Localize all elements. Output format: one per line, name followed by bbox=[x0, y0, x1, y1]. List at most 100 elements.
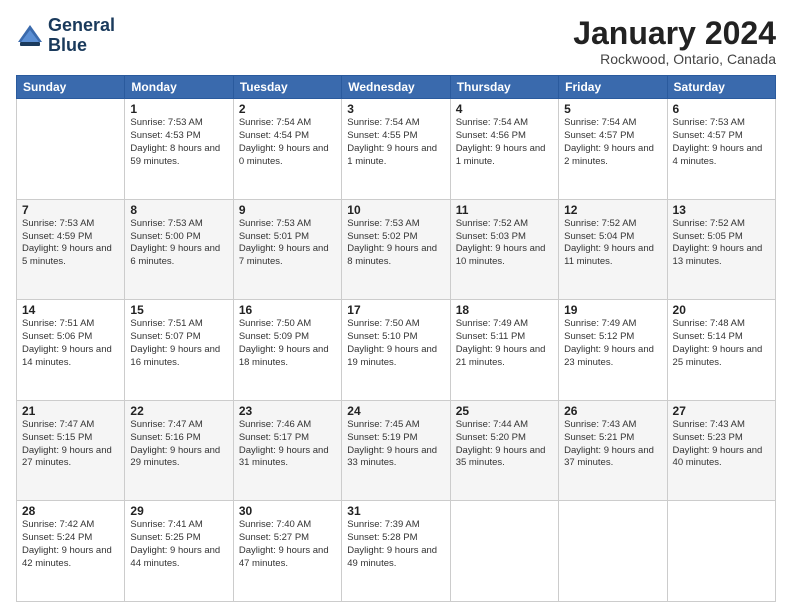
day-info: Sunrise: 7:39 AM Sunset: 5:28 PM Dayligh… bbox=[347, 519, 444, 570]
day-number: 12 bbox=[564, 203, 661, 217]
day-info: Sunrise: 7:46 AM Sunset: 5:17 PM Dayligh… bbox=[239, 419, 336, 470]
calendar-week-3: 14Sunrise: 7:51 AM Sunset: 5:06 PM Dayli… bbox=[17, 300, 776, 401]
day-number: 25 bbox=[456, 404, 553, 418]
calendar-cell bbox=[559, 501, 667, 602]
day-info: Sunrise: 7:41 AM Sunset: 5:25 PM Dayligh… bbox=[130, 519, 227, 570]
day-info: Sunrise: 7:54 AM Sunset: 4:55 PM Dayligh… bbox=[347, 117, 444, 168]
calendar-week-5: 28Sunrise: 7:42 AM Sunset: 5:24 PM Dayli… bbox=[17, 501, 776, 602]
day-info: Sunrise: 7:47 AM Sunset: 5:15 PM Dayligh… bbox=[22, 419, 119, 470]
day-info: Sunrise: 7:50 AM Sunset: 5:09 PM Dayligh… bbox=[239, 318, 336, 369]
day-info: Sunrise: 7:54 AM Sunset: 4:57 PM Dayligh… bbox=[564, 117, 661, 168]
day-number: 13 bbox=[673, 203, 770, 217]
day-info: Sunrise: 7:44 AM Sunset: 5:20 PM Dayligh… bbox=[456, 419, 553, 470]
day-number: 7 bbox=[22, 203, 119, 217]
day-info: Sunrise: 7:52 AM Sunset: 5:03 PM Dayligh… bbox=[456, 218, 553, 269]
day-info: Sunrise: 7:53 AM Sunset: 4:53 PM Dayligh… bbox=[130, 117, 227, 168]
calendar-cell: 8Sunrise: 7:53 AM Sunset: 5:00 PM Daylig… bbox=[125, 199, 233, 300]
day-info: Sunrise: 7:48 AM Sunset: 5:14 PM Dayligh… bbox=[673, 318, 770, 369]
col-saturday: Saturday bbox=[667, 76, 775, 99]
day-number: 21 bbox=[22, 404, 119, 418]
day-info: Sunrise: 7:43 AM Sunset: 5:23 PM Dayligh… bbox=[673, 419, 770, 470]
calendar-cell: 9Sunrise: 7:53 AM Sunset: 5:01 PM Daylig… bbox=[233, 199, 341, 300]
day-info: Sunrise: 7:40 AM Sunset: 5:27 PM Dayligh… bbox=[239, 519, 336, 570]
day-number: 10 bbox=[347, 203, 444, 217]
title-block: January 2024 Rockwood, Ontario, Canada bbox=[573, 16, 776, 67]
day-number: 17 bbox=[347, 303, 444, 317]
day-info: Sunrise: 7:49 AM Sunset: 5:11 PM Dayligh… bbox=[456, 318, 553, 369]
calendar-cell: 28Sunrise: 7:42 AM Sunset: 5:24 PM Dayli… bbox=[17, 501, 125, 602]
day-info: Sunrise: 7:51 AM Sunset: 5:07 PM Dayligh… bbox=[130, 318, 227, 369]
calendar-cell: 26Sunrise: 7:43 AM Sunset: 5:21 PM Dayli… bbox=[559, 400, 667, 501]
location: Rockwood, Ontario, Canada bbox=[573, 51, 776, 67]
col-friday: Friday bbox=[559, 76, 667, 99]
day-number: 2 bbox=[239, 102, 336, 116]
day-info: Sunrise: 7:53 AM Sunset: 5:02 PM Dayligh… bbox=[347, 218, 444, 269]
col-monday: Monday bbox=[125, 76, 233, 99]
day-info: Sunrise: 7:43 AM Sunset: 5:21 PM Dayligh… bbox=[564, 419, 661, 470]
calendar-cell: 29Sunrise: 7:41 AM Sunset: 5:25 PM Dayli… bbox=[125, 501, 233, 602]
day-number: 3 bbox=[347, 102, 444, 116]
day-number: 1 bbox=[130, 102, 227, 116]
calendar-cell: 27Sunrise: 7:43 AM Sunset: 5:23 PM Dayli… bbox=[667, 400, 775, 501]
calendar-cell: 17Sunrise: 7:50 AM Sunset: 5:10 PM Dayli… bbox=[342, 300, 450, 401]
day-number: 6 bbox=[673, 102, 770, 116]
day-info: Sunrise: 7:42 AM Sunset: 5:24 PM Dayligh… bbox=[22, 519, 119, 570]
calendar-cell: 10Sunrise: 7:53 AM Sunset: 5:02 PM Dayli… bbox=[342, 199, 450, 300]
day-info: Sunrise: 7:49 AM Sunset: 5:12 PM Dayligh… bbox=[564, 318, 661, 369]
day-number: 27 bbox=[673, 404, 770, 418]
calendar-week-2: 7Sunrise: 7:53 AM Sunset: 4:59 PM Daylig… bbox=[17, 199, 776, 300]
col-tuesday: Tuesday bbox=[233, 76, 341, 99]
calendar-body: 1Sunrise: 7:53 AM Sunset: 4:53 PM Daylig… bbox=[17, 99, 776, 602]
day-number: 11 bbox=[456, 203, 553, 217]
calendar-cell: 24Sunrise: 7:45 AM Sunset: 5:19 PM Dayli… bbox=[342, 400, 450, 501]
col-sunday: Sunday bbox=[17, 76, 125, 99]
calendar-cell bbox=[17, 99, 125, 200]
day-number: 14 bbox=[22, 303, 119, 317]
logo-icon bbox=[16, 22, 44, 50]
day-number: 30 bbox=[239, 504, 336, 518]
month-title: January 2024 bbox=[573, 16, 776, 51]
day-number: 16 bbox=[239, 303, 336, 317]
calendar-cell: 19Sunrise: 7:49 AM Sunset: 5:12 PM Dayli… bbox=[559, 300, 667, 401]
day-number: 4 bbox=[456, 102, 553, 116]
day-number: 19 bbox=[564, 303, 661, 317]
calendar-cell: 18Sunrise: 7:49 AM Sunset: 5:11 PM Dayli… bbox=[450, 300, 558, 401]
col-thursday: Thursday bbox=[450, 76, 558, 99]
page: General Blue January 2024 Rockwood, Onta… bbox=[0, 0, 792, 612]
day-number: 22 bbox=[130, 404, 227, 418]
calendar-cell: 30Sunrise: 7:40 AM Sunset: 5:27 PM Dayli… bbox=[233, 501, 341, 602]
calendar-cell: 7Sunrise: 7:53 AM Sunset: 4:59 PM Daylig… bbox=[17, 199, 125, 300]
day-info: Sunrise: 7:54 AM Sunset: 4:56 PM Dayligh… bbox=[456, 117, 553, 168]
calendar-cell: 31Sunrise: 7:39 AM Sunset: 5:28 PM Dayli… bbox=[342, 501, 450, 602]
calendar-cell: 15Sunrise: 7:51 AM Sunset: 5:07 PM Dayli… bbox=[125, 300, 233, 401]
day-info: Sunrise: 7:54 AM Sunset: 4:54 PM Dayligh… bbox=[239, 117, 336, 168]
calendar-cell: 25Sunrise: 7:44 AM Sunset: 5:20 PM Dayli… bbox=[450, 400, 558, 501]
day-number: 9 bbox=[239, 203, 336, 217]
day-info: Sunrise: 7:50 AM Sunset: 5:10 PM Dayligh… bbox=[347, 318, 444, 369]
day-info: Sunrise: 7:51 AM Sunset: 5:06 PM Dayligh… bbox=[22, 318, 119, 369]
calendar-cell: 22Sunrise: 7:47 AM Sunset: 5:16 PM Dayli… bbox=[125, 400, 233, 501]
calendar-cell: 21Sunrise: 7:47 AM Sunset: 5:15 PM Dayli… bbox=[17, 400, 125, 501]
day-number: 20 bbox=[673, 303, 770, 317]
calendar-cell bbox=[450, 501, 558, 602]
day-number: 15 bbox=[130, 303, 227, 317]
calendar-cell: 4Sunrise: 7:54 AM Sunset: 4:56 PM Daylig… bbox=[450, 99, 558, 200]
day-info: Sunrise: 7:52 AM Sunset: 5:05 PM Dayligh… bbox=[673, 218, 770, 269]
calendar-header: Sunday Monday Tuesday Wednesday Thursday… bbox=[17, 76, 776, 99]
day-info: Sunrise: 7:45 AM Sunset: 5:19 PM Dayligh… bbox=[347, 419, 444, 470]
day-info: Sunrise: 7:53 AM Sunset: 5:00 PM Dayligh… bbox=[130, 218, 227, 269]
day-number: 24 bbox=[347, 404, 444, 418]
calendar-cell: 14Sunrise: 7:51 AM Sunset: 5:06 PM Dayli… bbox=[17, 300, 125, 401]
calendar-cell: 6Sunrise: 7:53 AM Sunset: 4:57 PM Daylig… bbox=[667, 99, 775, 200]
calendar-cell: 13Sunrise: 7:52 AM Sunset: 5:05 PM Dayli… bbox=[667, 199, 775, 300]
day-number: 5 bbox=[564, 102, 661, 116]
header: General Blue January 2024 Rockwood, Onta… bbox=[16, 16, 776, 67]
calendar-cell: 23Sunrise: 7:46 AM Sunset: 5:17 PM Dayli… bbox=[233, 400, 341, 501]
day-number: 31 bbox=[347, 504, 444, 518]
day-number: 23 bbox=[239, 404, 336, 418]
day-number: 8 bbox=[130, 203, 227, 217]
day-info: Sunrise: 7:52 AM Sunset: 5:04 PM Dayligh… bbox=[564, 218, 661, 269]
logo: General Blue bbox=[16, 16, 115, 56]
day-info: Sunrise: 7:53 AM Sunset: 4:57 PM Dayligh… bbox=[673, 117, 770, 168]
day-info: Sunrise: 7:53 AM Sunset: 4:59 PM Dayligh… bbox=[22, 218, 119, 269]
